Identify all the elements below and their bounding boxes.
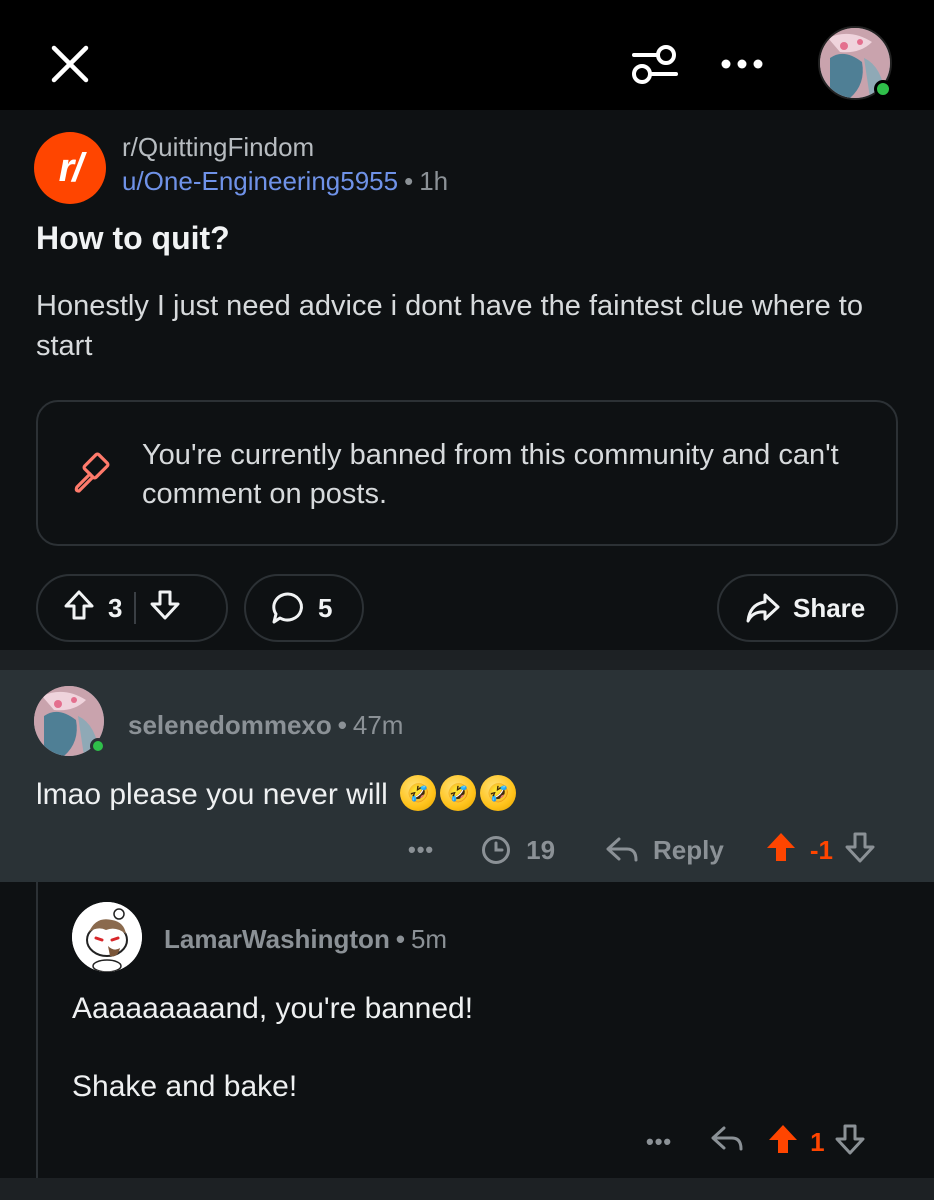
comment-text: lmao please you never will xyxy=(36,778,388,811)
upvote-filled-icon xyxy=(766,832,795,861)
comment-bubble-icon xyxy=(272,592,303,624)
post-title: How to quit? xyxy=(36,220,230,256)
comment-downvote-button[interactable] xyxy=(833,1122,867,1163)
comment-text-line: Aaaaaaaaand, you're banned! xyxy=(72,992,474,1025)
downvote-icon xyxy=(835,1124,865,1154)
snoo-avatar xyxy=(72,902,142,972)
downvote-button[interactable] xyxy=(148,588,182,629)
upvote-icon xyxy=(64,590,94,619)
online-status-indicator xyxy=(90,738,106,754)
more-options-button[interactable] xyxy=(712,34,772,94)
online-status-indicator xyxy=(874,80,892,98)
comment-count: 5 xyxy=(318,592,333,623)
rofl-emoji: 🤣 xyxy=(480,775,517,812)
post-author-link[interactable]: u/One-Engineering5955 xyxy=(122,166,398,196)
vote-control: 3 xyxy=(36,574,228,642)
ban-notice-text: You're currently banned from this commun… xyxy=(142,439,839,510)
close-button[interactable] xyxy=(40,34,100,94)
meta-separator: • xyxy=(395,924,405,954)
ban-notice: You're currently banned from this commun… xyxy=(36,400,898,546)
comment-meta: LamarWashington • 5m xyxy=(164,924,447,955)
upvote-filled-icon xyxy=(769,1124,798,1153)
filter-icon xyxy=(632,45,678,84)
award-button[interactable]: 19 xyxy=(480,834,555,866)
gavel-icon xyxy=(74,452,110,493)
comments-button[interactable]: 5 xyxy=(244,574,364,642)
user-avatar-button[interactable] xyxy=(818,26,892,100)
reply-icon xyxy=(711,1126,743,1150)
post-body: Honestly I just need advice i dont have … xyxy=(36,290,863,362)
vote-divider xyxy=(134,592,137,624)
downvote-icon xyxy=(845,832,875,862)
meta-separator: • xyxy=(404,166,414,196)
filter-button[interactable] xyxy=(620,34,690,94)
post: r/ r/QuittingFindom u/One-Engineering595… xyxy=(0,110,934,650)
section-divider xyxy=(0,1178,934,1200)
rofl-emoji: 🤣 xyxy=(440,775,477,812)
share-label: Share xyxy=(793,592,866,623)
commenter-avatar[interactable] xyxy=(34,686,106,756)
rofl-emoji: 🤣 xyxy=(400,775,437,812)
comment-body: lmao please you never will 🤣 🤣 🤣 xyxy=(36,775,517,814)
comment-meta: selenedommexo • 47m xyxy=(128,710,403,741)
subreddit-name[interactable]: r/QuittingFindom xyxy=(122,132,314,163)
comment-upvote-button[interactable] xyxy=(764,830,798,871)
more-icon xyxy=(721,59,763,69)
comment-more-button[interactable]: ••• xyxy=(408,837,434,863)
comment-score: -1 xyxy=(809,834,833,865)
share-icon xyxy=(746,593,780,623)
thread-line xyxy=(36,882,38,1178)
comment-username[interactable]: LamarWashington xyxy=(164,924,390,954)
reply-icon xyxy=(606,837,638,862)
reply-button[interactable] xyxy=(710,1124,744,1161)
comment-more-button[interactable]: ••• xyxy=(646,1129,672,1155)
post-meta: u/One-Engineering5955 • 1h xyxy=(122,166,448,197)
vote-count: 3 xyxy=(108,592,123,623)
award-count: 19 xyxy=(526,834,556,865)
reply-button[interactable]: Reply xyxy=(605,835,724,866)
commenter-avatar[interactable] xyxy=(72,902,142,972)
comment-time: 47m xyxy=(352,710,404,740)
app-root: r/ r/QuittingFindom u/One-Engineering595… xyxy=(0,0,934,1200)
comment-downvote-button[interactable] xyxy=(843,830,877,871)
comment-text-line: Shake and bake! xyxy=(72,1070,298,1103)
share-button[interactable]: Share xyxy=(717,574,898,642)
comment-actions: ••• 1 xyxy=(646,1122,867,1162)
post-time: 1h xyxy=(419,166,449,196)
reply-comment: LamarWashington • 5m Aaaaaaaaand, you're b… xyxy=(0,882,934,1178)
comment-username[interactable]: selenedommexo xyxy=(128,710,332,740)
comment-actions: ••• 19 Reply -1 xyxy=(408,830,877,870)
clock-award-icon xyxy=(482,836,511,864)
comment-score: 1 xyxy=(810,1126,825,1157)
meta-separator: • xyxy=(337,710,347,740)
upvote-button[interactable] xyxy=(62,588,96,629)
comment-time: 5m xyxy=(410,924,448,954)
subreddit-icon[interactable]: r/ xyxy=(34,132,106,204)
section-divider xyxy=(0,650,934,670)
comment-upvote-button[interactable] xyxy=(766,1122,800,1163)
close-icon xyxy=(51,45,89,83)
top-bar xyxy=(0,0,934,110)
reply-label: Reply xyxy=(653,834,724,865)
downvote-icon xyxy=(150,590,180,619)
comment: selenedommexo • 47m lmao please you never … xyxy=(0,670,934,882)
